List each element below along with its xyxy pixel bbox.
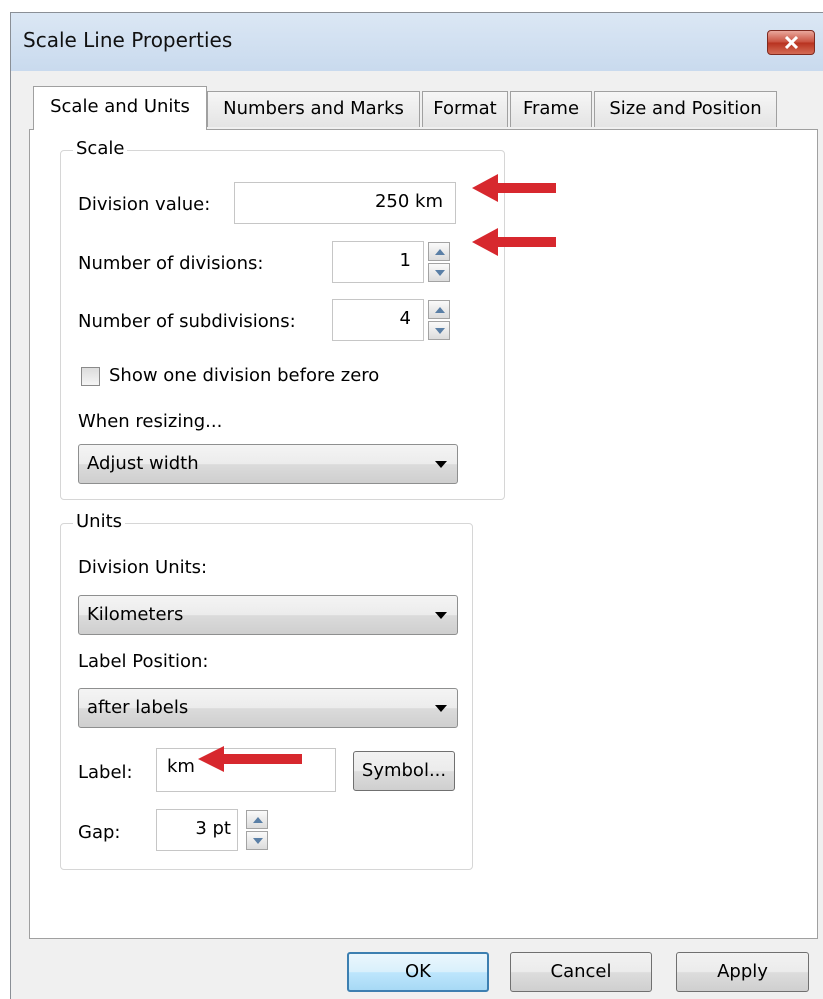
- label-text: km: [167, 756, 195, 777]
- label-label: Label:: [78, 762, 133, 783]
- units-group: Units Division Units: Kilometers Label P…: [60, 511, 473, 870]
- gap-stepper[interactable]: [246, 810, 268, 850]
- tab-scale-and-units[interactable]: Scale and Units: [33, 86, 207, 130]
- spin-down-button[interactable]: [428, 321, 450, 340]
- apply-button-label: Apply: [717, 961, 768, 982]
- num-divisions-text: 1: [399, 250, 411, 271]
- tab-numbers-and-marks[interactable]: Numbers and Marks: [207, 91, 420, 127]
- division-value-field[interactable]: 250 km: [234, 182, 456, 224]
- num-subdivisions-field[interactable]: 4: [332, 299, 424, 341]
- tab-label: Numbers and Marks: [223, 98, 404, 119]
- spin-up-button[interactable]: [246, 810, 268, 829]
- chevron-up-icon: [435, 249, 445, 255]
- title-bar: Scale Line Properties: [11, 13, 823, 71]
- num-divisions-field[interactable]: 1: [332, 241, 424, 283]
- left-arrow-icon: [198, 746, 302, 772]
- units-group-label: Units: [73, 511, 126, 532]
- label-position-label: Label Position:: [78, 651, 209, 672]
- num-subdivisions-text: 4: [399, 308, 411, 329]
- show-division-before-zero-label: Show one division before zero: [109, 365, 380, 386]
- spin-down-button[interactable]: [246, 831, 268, 850]
- dropdown-arrow-icon: [435, 461, 447, 468]
- spin-up-button[interactable]: [428, 300, 450, 319]
- dropdown-arrow-icon: [435, 705, 447, 712]
- chevron-up-icon: [435, 307, 445, 313]
- label-position-dropdown[interactable]: after labels: [78, 688, 458, 728]
- tab-frame[interactable]: Frame: [510, 91, 592, 127]
- gap-text: 3 pt: [195, 818, 231, 839]
- symbol-button[interactable]: Symbol...: [353, 751, 455, 791]
- num-divisions-stepper[interactable]: [428, 242, 450, 282]
- scale-group-label: Scale: [73, 138, 128, 159]
- cancel-button-label: Cancel: [550, 961, 612, 982]
- dialog-window: Scale Line Properties Scale and Units Nu…: [10, 12, 823, 999]
- symbol-button-label: Symbol...: [361, 760, 447, 781]
- chevron-down-icon: [435, 270, 445, 276]
- spin-down-button[interactable]: [428, 263, 450, 282]
- division-units-label: Division Units:: [78, 557, 208, 578]
- window-title: Scale Line Properties: [23, 28, 233, 52]
- label-position-value: after labels: [87, 697, 189, 718]
- num-subdivisions-stepper[interactable]: [428, 300, 450, 340]
- tab-label: Format: [433, 98, 497, 119]
- division-units-value: Kilometers: [87, 604, 184, 625]
- left-arrow-icon: [472, 228, 556, 256]
- apply-button[interactable]: Apply: [676, 952, 809, 992]
- spin-up-button[interactable]: [428, 242, 450, 261]
- when-resizing-label: When resizing...: [78, 411, 223, 432]
- when-resizing-value: Adjust width: [87, 453, 199, 474]
- cancel-button[interactable]: Cancel: [510, 952, 652, 992]
- tab-label: Frame: [522, 98, 580, 119]
- close-button[interactable]: [767, 30, 815, 55]
- show-division-before-zero-checkbox[interactable]: [81, 367, 100, 386]
- dropdown-arrow-icon: [435, 612, 447, 619]
- chevron-down-icon: [435, 328, 445, 334]
- close-icon: [785, 36, 798, 49]
- tab-panel: Scale Division value: 250 km Number of d…: [29, 129, 818, 939]
- tab-label: Size and Position: [609, 98, 762, 119]
- tab-size-and-position[interactable]: Size and Position: [594, 91, 777, 127]
- division-value-text: 250 km: [374, 191, 443, 212]
- num-subdivisions-label: Number of subdivisions:: [78, 311, 296, 332]
- tab-label: Scale and Units: [50, 96, 190, 117]
- division-units-dropdown[interactable]: Kilometers: [78, 595, 458, 635]
- division-value-label: Division value:: [78, 194, 211, 215]
- gap-field[interactable]: 3 pt: [156, 809, 238, 851]
- left-arrow-icon: [472, 174, 556, 202]
- tab-format[interactable]: Format: [422, 91, 508, 127]
- num-divisions-label: Number of divisions:: [78, 253, 264, 274]
- chevron-down-icon: [253, 838, 263, 844]
- chevron-up-icon: [253, 817, 263, 823]
- gap-label: Gap:: [78, 822, 121, 843]
- when-resizing-dropdown[interactable]: Adjust width: [78, 444, 458, 484]
- scale-group: Scale Division value: 250 km Number of d…: [60, 138, 505, 500]
- ok-button[interactable]: OK: [347, 952, 489, 992]
- ok-button-label: OK: [405, 961, 431, 982]
